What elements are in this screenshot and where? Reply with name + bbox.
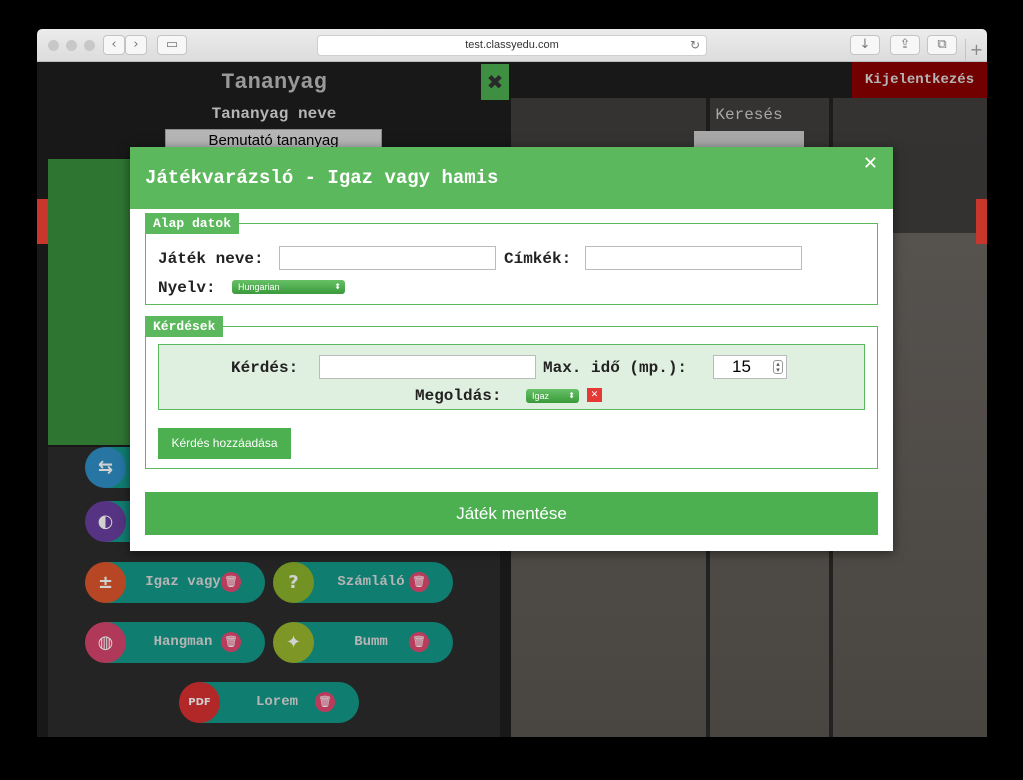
stepper-icon[interactable]: ▴ ▾: [773, 360, 783, 374]
reload-icon[interactable]: ↻: [690, 36, 700, 55]
max-time-input[interactable]: 15 ▴ ▾: [713, 355, 787, 379]
remove-question-button[interactable]: ✕: [587, 388, 602, 402]
game-wizard-modal: Játékvarázsló - Igaz vagy hamis ✕ Alap d…: [130, 147, 893, 551]
game-name-label: Játék neve:: [158, 250, 264, 268]
close-window-icon[interactable]: [48, 40, 59, 51]
save-game-button[interactable]: Játék mentése: [145, 492, 878, 535]
question-label: Kérdés:: [231, 359, 299, 377]
sidebar-icon[interactable]: ▭: [157, 35, 187, 55]
tags-input[interactable]: [585, 246, 802, 270]
solution-value: Igaz: [532, 391, 550, 401]
tags-label: Címkék:: [504, 250, 572, 268]
max-time-value: 15: [732, 357, 751, 376]
minimize-window-icon[interactable]: [66, 40, 77, 51]
questions-legend: Kérdések: [145, 316, 224, 337]
modal-header: Játékvarázsló - Igaz vagy hamis ✕: [130, 147, 893, 209]
language-label: Nyelv:: [158, 279, 216, 297]
back-icon[interactable]: ‹: [103, 35, 125, 55]
download-icon[interactable]: ↓: [850, 35, 880, 55]
max-time-label: Max. idő (mp.):: [543, 359, 688, 377]
chevron-updown-icon: ⬍: [568, 391, 575, 400]
basic-data-section: Alap datok Játék neve: Címkék: Nyelv: Hu…: [145, 213, 878, 305]
solution-label: Megoldás:: [415, 387, 502, 405]
game-name-input[interactable]: [279, 246, 496, 270]
share-icon[interactable]: ⇪: [890, 35, 920, 55]
modal-title: Játékvarázsló - Igaz vagy hamis: [145, 167, 499, 189]
address-bar[interactable]: test.classyedu.com ↻: [317, 35, 707, 56]
question-row: Kérdés: Max. idő (mp.): 15 ▴ ▾ Megoldás: …: [158, 344, 865, 410]
url-text: test.classyedu.com: [465, 39, 559, 51]
language-value: Hungarian: [238, 282, 280, 292]
question-input[interactable]: [319, 355, 536, 379]
zoom-window-icon[interactable]: [84, 40, 95, 51]
new-tab-icon[interactable]: +: [965, 39, 987, 62]
language-select[interactable]: Hungarian ⬍: [232, 280, 345, 294]
tabs-icon[interactable]: ⧉: [927, 35, 957, 55]
browser-toolbar: ‹ › ▭ test.classyedu.com ↻ ↓ ⇪ ⧉ +: [37, 29, 987, 62]
forward-icon[interactable]: ›: [125, 35, 147, 55]
basic-data-legend: Alap datok: [145, 213, 240, 234]
close-icon[interactable]: ✕: [863, 153, 878, 174]
chevron-updown-icon: ⬍: [334, 282, 341, 291]
solution-select[interactable]: Igaz ⬍: [526, 389, 579, 403]
add-question-button[interactable]: Kérdés hozzáadása: [158, 428, 291, 459]
